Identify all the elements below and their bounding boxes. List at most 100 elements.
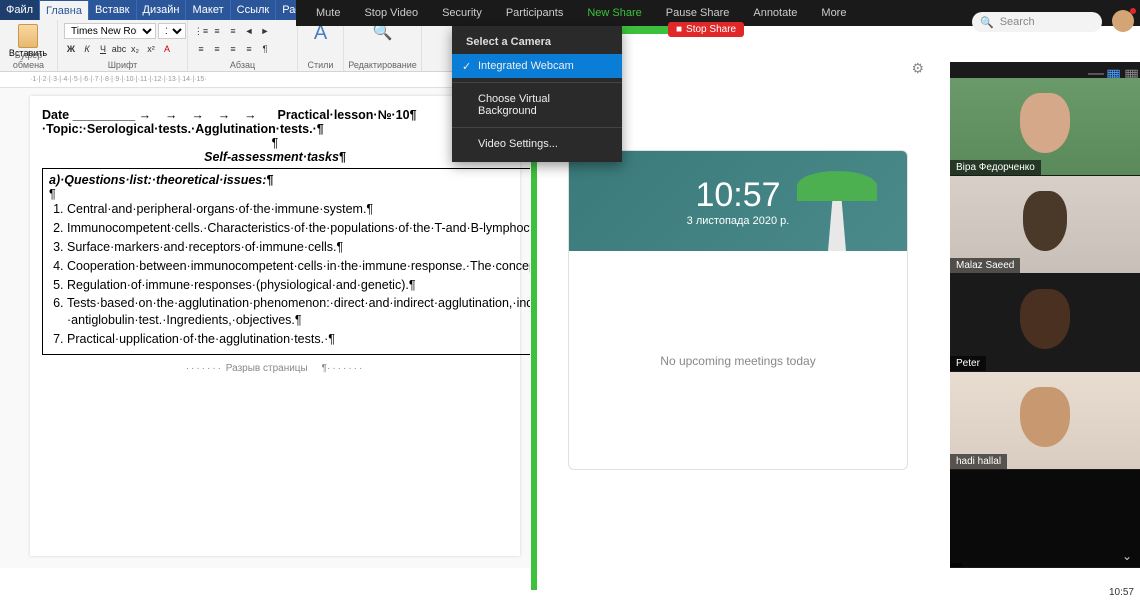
bold-button[interactable]: Ж xyxy=(64,42,78,56)
search-placeholder: Search xyxy=(1000,16,1035,28)
strike-button[interactable]: abc xyxy=(112,42,126,56)
doc-topic: ·Topic:·Serological·tests.·Agglutination… xyxy=(42,122,508,136)
search-icon: 🔍 xyxy=(980,16,994,29)
group-styles: A Стили xyxy=(298,20,344,71)
show-marks-button[interactable]: ¶ xyxy=(258,42,272,56)
doc-table: a)·Questions·list:·theoretical·issues:¶ … xyxy=(42,168,530,355)
calendar-empty: No upcoming meetings today xyxy=(569,251,907,470)
list-item: Tests·based·on·the·agglutination·phenome… xyxy=(67,295,530,329)
ribbon: Вставить Буфер обмена Times New Roman 12… xyxy=(0,20,530,72)
bullets-button[interactable]: ⋮≡ xyxy=(194,24,208,38)
participants-button[interactable]: Participants xyxy=(494,0,575,26)
outdent-button[interactable]: ◄ xyxy=(242,24,256,38)
camera-menu-header: Select a Camera xyxy=(452,30,622,54)
stop-share-wrap: ■Stop Share xyxy=(662,22,744,37)
camera-video-settings[interactable]: Video Settings... xyxy=(452,132,622,156)
styles-group-label: Стили xyxy=(298,60,343,70)
date-label: Date xyxy=(42,108,69,122)
align-right-button[interactable]: ≡ xyxy=(226,42,240,56)
taskbar-clock: 10:57 xyxy=(1109,587,1134,598)
search-input[interactable]: 🔍 Search xyxy=(972,12,1102,32)
view-grid-icon[interactable]: ▦ xyxy=(1124,65,1134,75)
ruler[interactable]: ·1·|·2·|·3·|·4·|·5·|·6·|·7·|·8·|·9·|·10·… xyxy=(0,72,530,88)
view-list-icon[interactable]: ▦ xyxy=(1106,65,1116,75)
col-a-header: a)·Questions·list:·theoretical·issues:¶ xyxy=(49,173,530,187)
group-paragraph: ⋮≡ ≡ ≡ ◄ ► ≡ ≡ ≡ ≡ ¶ Абзац xyxy=(188,20,298,71)
participant-tile[interactable]: Peter xyxy=(950,274,1140,372)
participant-tile[interactable]: Malaz Saeed xyxy=(950,176,1140,274)
indent-button[interactable]: ► xyxy=(258,24,272,38)
group-font: Times New Roman 12 Ж К Ч abc x₂ x² A Шри… xyxy=(58,20,188,71)
tab-design[interactable]: Дизайн xyxy=(137,0,187,20)
minimize-icon[interactable]: — xyxy=(1088,65,1098,75)
participant-video xyxy=(1020,93,1070,153)
questions-list: Central·and·peripheral·organs·of·the·imm… xyxy=(49,201,530,348)
participants-panel: — ▦ ▦ Віра Федорченко Malaz Saeed Peter … xyxy=(950,62,1140,568)
participant-video xyxy=(1020,289,1070,349)
sup-button[interactable]: x² xyxy=(144,42,158,56)
clipboard-group-label: Буфер обмена xyxy=(0,50,57,70)
document-area[interactable]: Date _________ → → → → → Practical·lesso… xyxy=(0,88,530,568)
annotate-button[interactable]: Annotate xyxy=(741,0,809,26)
italic-button[interactable]: К xyxy=(80,42,94,56)
participant-name: Peter xyxy=(950,356,986,371)
calendar-date: 3 листопада 2020 р. xyxy=(687,215,790,227)
clipboard-icon xyxy=(18,24,38,48)
participant-video xyxy=(1023,191,1067,251)
list-item: Immunocompetent·cells.·Characteristics·o… xyxy=(67,220,530,237)
underline-button[interactable]: Ч xyxy=(96,42,110,56)
list-item: Regulation·of·immune·responses·(physiolo… xyxy=(67,277,530,294)
menu-separator xyxy=(452,127,622,128)
numbering-button[interactable]: ≡ xyxy=(210,24,224,38)
calendar-card: 10:57 3 листопада 2020 р. No upcoming me… xyxy=(568,150,908,470)
security-button[interactable]: Security xyxy=(430,0,494,26)
participant-tile[interactable]: ⌄ xyxy=(950,470,1140,568)
word-window: Файл Главна Вставк Дизайн Макет Ссылк Ра… xyxy=(0,0,530,600)
tab-references[interactable]: Ссылк xyxy=(231,0,277,20)
group-clipboard: Вставить Буфер обмена xyxy=(0,20,58,71)
calendar-hero: 10:57 3 листопада 2020 р. xyxy=(569,151,907,251)
font-color-button[interactable]: A xyxy=(160,42,174,56)
camera-integrated[interactable]: Integrated Webcam xyxy=(452,54,622,78)
align-center-button[interactable]: ≡ xyxy=(210,42,224,56)
multilevel-button[interactable]: ≡ xyxy=(226,24,240,38)
tab-layout[interactable]: Макет xyxy=(186,0,230,20)
tab-insert[interactable]: Вставк xyxy=(89,0,137,20)
menu-separator xyxy=(452,82,622,83)
participant-tile[interactable]: hadi hallal xyxy=(950,372,1140,470)
stop-share-button[interactable]: ■Stop Share xyxy=(668,22,744,37)
camera-menu: Select a Camera Integrated Webcam Choose… xyxy=(452,26,622,162)
font-size-select[interactable]: 12 xyxy=(158,23,186,39)
font-name-select[interactable]: Times New Roman xyxy=(64,23,156,39)
participant-tile[interactable]: Віра Федорченко xyxy=(950,78,1140,176)
list-item: Surface·markers·and·receptors·of·immune·… xyxy=(67,239,530,256)
stop-icon: ■ xyxy=(676,24,682,35)
editing-group-label: Редактирование xyxy=(344,60,421,70)
font-group-label: Шрифт xyxy=(58,60,187,70)
justify-button[interactable]: ≡ xyxy=(242,42,256,56)
calendar-time: 10:57 xyxy=(695,176,780,215)
list-item: Central·and·peripheral·organs·of·the·imm… xyxy=(67,201,530,218)
sub-button[interactable]: x₂ xyxy=(128,42,142,56)
document-page: Date _________ → → → → → Practical·lesso… xyxy=(30,96,520,556)
stop-video-button[interactable]: Stop Video xyxy=(352,0,430,26)
participant-name: Віра Федорченко xyxy=(950,160,1041,175)
chevron-down-icon[interactable]: ⌄ xyxy=(1122,549,1132,563)
self-assessment-title: Self-assessment·tasks¶ xyxy=(42,150,508,164)
new-share-button[interactable]: New Share xyxy=(575,0,653,26)
group-editing: 🔍 Редактирование xyxy=(344,20,422,71)
mute-button[interactable]: Mute xyxy=(304,0,352,26)
participant-name: hadi hallal xyxy=(950,454,1007,469)
tab-home[interactable]: Главна xyxy=(40,0,89,20)
gear-icon[interactable]: ⚙ xyxy=(911,60,924,77)
doc-header-line: Date _________ → → → → → Practical·lesso… xyxy=(42,108,508,122)
tab-file[interactable]: Файл xyxy=(0,0,40,20)
list-item: Practical·upplication·of·the·agglutinati… xyxy=(67,331,530,348)
user-avatar[interactable] xyxy=(1112,10,1134,32)
list-item: Cooperation·between·immunocompetent·cell… xyxy=(67,258,530,275)
camera-virtual-bg[interactable]: Choose Virtual Background xyxy=(452,87,622,123)
more-button[interactable]: More xyxy=(809,0,858,26)
participant-video xyxy=(1020,387,1070,447)
align-left-button[interactable]: ≡ xyxy=(194,42,208,56)
participant-name xyxy=(950,563,962,567)
